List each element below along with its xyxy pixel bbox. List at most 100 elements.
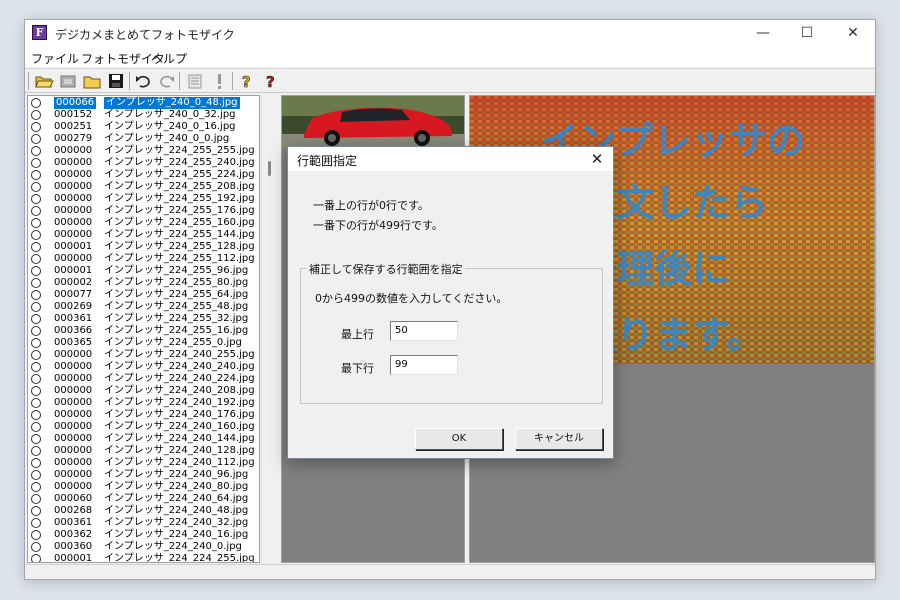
- file-list-scrollbar[interactable]: [261, 95, 277, 563]
- list-item[interactable]: 000000 インプレッサ_224_240_208.jpg: [28, 385, 259, 397]
- list-item[interactable]: 000000 インプレッサ_224_240_224.jpg: [28, 373, 259, 385]
- cancel-button[interactable]: キャンセル: [515, 428, 603, 450]
- list-item[interactable]: 000000 インプレッサ_224_240_160.jpg: [28, 421, 259, 433]
- list-item[interactable]: 000077 インプレッサ_224_255_64.jpg: [28, 289, 259, 301]
- radio-icon[interactable]: [31, 398, 41, 408]
- list-item[interactable]: 000360 インプレッサ_224_240_0.jpg: [28, 541, 259, 553]
- list-item[interactable]: 000000 インプレッサ_224_240_96.jpg: [28, 469, 259, 481]
- list-item[interactable]: 000000 インプレッサ_224_255_176.jpg: [28, 205, 259, 217]
- radio-icon[interactable]: [31, 134, 41, 144]
- list-item[interactable]: 000000 インプレッサ_224_255_144.jpg: [28, 229, 259, 241]
- undo-icon[interactable]: [134, 72, 154, 90]
- list-icon[interactable]: [185, 72, 205, 90]
- radio-icon[interactable]: [31, 242, 41, 252]
- film-icon[interactable]: [58, 72, 78, 90]
- radio-icon[interactable]: [31, 170, 41, 180]
- close-button[interactable]: ✕: [831, 20, 875, 47]
- radio-icon[interactable]: [31, 494, 41, 504]
- menu-help[interactable]: ヘルプ: [151, 50, 187, 67]
- radio-icon[interactable]: [31, 230, 41, 240]
- radio-icon[interactable]: [31, 182, 41, 192]
- minimize-button[interactable]: —: [741, 20, 785, 47]
- list-item[interactable]: 000000 インプレッサ_224_240_192.jpg: [28, 397, 259, 409]
- list-item[interactable]: 000000 インプレッサ_224_240_144.jpg: [28, 433, 259, 445]
- radio-icon[interactable]: [31, 422, 41, 432]
- radio-icon[interactable]: [31, 386, 41, 396]
- radio-icon[interactable]: [31, 446, 41, 456]
- list-item[interactable]: 000152 インプレッサ_240_0_32.jpg: [28, 109, 259, 121]
- radio-icon[interactable]: [31, 506, 41, 516]
- dialog-close-button[interactable]: ✕: [587, 149, 607, 169]
- radio-icon[interactable]: [31, 314, 41, 324]
- list-item[interactable]: 000060 インプレッサ_224_240_64.jpg: [28, 493, 259, 505]
- maximize-button[interactable]: ☐: [785, 20, 829, 47]
- radio-icon[interactable]: [31, 458, 41, 468]
- radio-icon[interactable]: [31, 254, 41, 264]
- title-bar[interactable]: F デジカメまとめてフォトモザイク — ☐ ✕: [25, 20, 875, 47]
- radio-icon[interactable]: [31, 542, 41, 552]
- radio-icon[interactable]: [31, 290, 41, 300]
- radio-icon[interactable]: [31, 410, 41, 420]
- list-item[interactable]: 000000 インプレッサ_224_240_128.jpg: [28, 445, 259, 457]
- radio-icon[interactable]: [31, 362, 41, 372]
- save-icon[interactable]: [106, 72, 126, 90]
- list-item[interactable]: 000361 インプレッサ_224_240_32.jpg: [28, 517, 259, 529]
- list-item[interactable]: 000000 インプレッサ_224_240_80.jpg: [28, 481, 259, 493]
- list-item[interactable]: 000279 インプレッサ_240_0_0.jpg: [28, 133, 259, 145]
- list-item[interactable]: 000000 インプレッサ_224_255_208.jpg: [28, 181, 259, 193]
- radio-icon[interactable]: [31, 302, 41, 312]
- list-item[interactable]: 000001 インプレッサ_224_255_96.jpg: [28, 265, 259, 277]
- list-item[interactable]: 000000 インプレッサ_224_255_160.jpg: [28, 217, 259, 229]
- list-item[interactable]: 000000 インプレッサ_224_240_240.jpg: [28, 361, 259, 373]
- radio-icon[interactable]: [31, 326, 41, 336]
- radio-icon[interactable]: [31, 122, 41, 132]
- list-item[interactable]: 000001 インプレッサ_224_224_255.jpg: [28, 553, 259, 562]
- list-item[interactable]: 000000 インプレッサ_224_255_240.jpg: [28, 157, 259, 169]
- radio-icon[interactable]: [31, 266, 41, 276]
- radio-icon[interactable]: [31, 206, 41, 216]
- list-item[interactable]: 000002 インプレッサ_224_255_80.jpg: [28, 277, 259, 289]
- radio-icon[interactable]: [31, 194, 41, 204]
- radio-icon[interactable]: [31, 518, 41, 528]
- radio-icon[interactable]: [31, 482, 41, 492]
- top-row-input[interactable]: 50: [390, 321, 458, 341]
- radio-icon[interactable]: [31, 146, 41, 156]
- radio-icon[interactable]: [31, 374, 41, 384]
- help-red-icon[interactable]: ?: [261, 72, 281, 92]
- list-item[interactable]: 000361 インプレッサ_224_255_32.jpg: [28, 313, 259, 325]
- dialog-title-bar[interactable]: 行範囲指定 ✕: [288, 147, 613, 171]
- radio-icon[interactable]: [31, 158, 41, 168]
- list-item[interactable]: 000000 インプレッサ_224_240_176.jpg: [28, 409, 259, 421]
- file-list[interactable]: 000066 インプレッサ_240_0_48.jpg 000152 インプレッサ_24…: [27, 95, 260, 563]
- radio-icon[interactable]: [31, 530, 41, 540]
- redo-icon[interactable]: [156, 72, 176, 90]
- radio-icon[interactable]: [31, 218, 41, 228]
- list-item[interactable]: 000366 インプレッサ_224_255_16.jpg: [28, 325, 259, 337]
- list-item[interactable]: 000066 インプレッサ_240_0_48.jpg: [28, 97, 259, 109]
- radio-icon[interactable]: [31, 470, 41, 480]
- bottom-row-input[interactable]: 99: [390, 355, 458, 375]
- list-item[interactable]: 000000 インプレッサ_224_255_224.jpg: [28, 169, 259, 181]
- radio-icon[interactable]: [31, 554, 41, 562]
- list-item[interactable]: 000268 インプレッサ_224_240_48.jpg: [28, 505, 259, 517]
- list-item[interactable]: 000000 インプレッサ_224_255_255.jpg: [28, 145, 259, 157]
- list-item[interactable]: 000362 インプレッサ_224_240_16.jpg: [28, 529, 259, 541]
- open-folder-icon[interactable]: [34, 72, 54, 90]
- scrollbar-thumb[interactable]: [268, 161, 271, 176]
- list-item[interactable]: 000365 インプレッサ_224_255_0.jpg: [28, 337, 259, 349]
- list-item[interactable]: 000001 インプレッサ_224_255_128.jpg: [28, 241, 259, 253]
- exclamation-icon[interactable]: [209, 72, 229, 90]
- list-item[interactable]: 000000 インプレッサ_224_255_112.jpg: [28, 253, 259, 265]
- ok-button[interactable]: OK: [415, 428, 503, 450]
- radio-icon[interactable]: [31, 434, 41, 444]
- list-item[interactable]: 000000 インプレッサ_224_240_255.jpg: [28, 349, 259, 361]
- menu-file[interactable]: ファイル: [31, 50, 79, 67]
- list-item[interactable]: 000269 インプレッサ_224_255_48.jpg: [28, 301, 259, 313]
- help-icon[interactable]: ?: [237, 72, 257, 92]
- folder-icon[interactable]: [82, 72, 102, 90]
- radio-icon[interactable]: [31, 350, 41, 360]
- radio-icon[interactable]: [31, 98, 41, 108]
- list-item[interactable]: 000251 インプレッサ_240_0_16.jpg: [28, 121, 259, 133]
- radio-icon[interactable]: [31, 338, 41, 348]
- list-item[interactable]: 000000 インプレッサ_224_255_192.jpg: [28, 193, 259, 205]
